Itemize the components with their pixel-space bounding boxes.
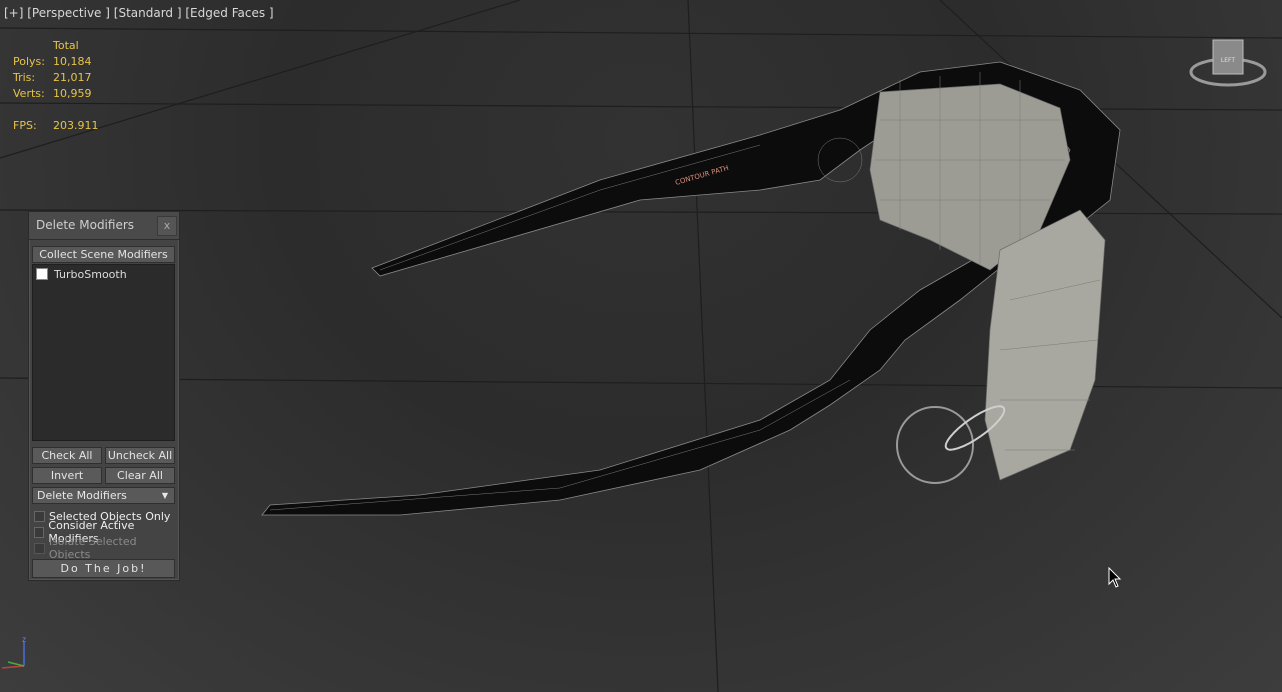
mode-select[interactable]: Delete Modifiers ▼ [32,487,175,504]
panel-titlebar[interactable]: Delete Modifiers x [29,212,179,240]
viewport-label[interactable]: [+] [Perspective ] [Standard ] [Edged Fa… [4,6,274,20]
verts-value: 10,959 [53,87,92,100]
chevron-down-icon: ▼ [161,491,168,500]
view-cube-icon[interactable]: LEFT [1188,34,1268,96]
fps-label: FPS: [13,119,37,132]
check-all-button[interactable]: Check All [32,447,102,464]
mouse-pointer-icon [1108,567,1122,588]
tris-label: Tris: [13,71,36,84]
viewport-edged-faces-menu[interactable]: [Edged Faces ] [185,6,273,20]
scene-statistics: Total Polys: 10,184 Tris: 21,017 Verts: … [13,38,99,134]
viewport-plus-menu[interactable]: [+] [4,6,23,20]
clear-all-button[interactable]: Clear All [105,467,175,484]
fps-value: 203.911 [53,119,99,132]
viewport-view-menu[interactable]: [Perspective ] [27,6,110,20]
polys-value: 10,184 [53,55,92,68]
close-button[interactable]: x [157,216,177,236]
delete-modifiers-panel: Delete Modifiers x Collect Scene Modifie… [28,211,180,581]
do-the-job-button[interactable]: Do The Job! [32,559,175,578]
modifier-list[interactable]: TurboSmooth [32,264,175,441]
list-item[interactable]: TurboSmooth [33,267,174,281]
scene-wireframe-sunglasses[interactable]: CONTOUR PATH [0,0,1282,692]
viewport-perspective[interactable]: CONTOUR PATH [+] [Perspective ] [Standar… [0,0,1282,692]
viewport-shading-standard-menu[interactable]: [Standard ] [114,6,182,20]
isolate-selected-objects-label: Isolate Selected Objects [48,535,137,561]
checkbox-box [34,542,45,554]
uncheck-all-button[interactable]: Uncheck All [105,447,175,464]
invert-button[interactable]: Invert [32,467,102,484]
mode-select-value: Delete Modifiers [37,489,127,502]
modifier-label: TurboSmooth [54,267,127,281]
modifier-checkbox[interactable] [36,268,48,280]
stats-header: Total [53,39,79,52]
stats-fps-row: FPS: 203.911 [13,118,99,134]
panel-title: Delete Modifiers [36,218,135,232]
svg-text:z: z [22,635,26,644]
checkbox-box[interactable] [34,526,45,538]
verts-label: Verts: [13,87,45,100]
view-cube-face-label: LEFT [1221,57,1235,64]
stats-tris-row: Tris: 21,017 [13,70,92,86]
checkbox-box[interactable] [34,510,45,522]
polys-label: Polys: [13,55,45,68]
axis-tripod-icon: z [1,635,26,669]
tris-value: 21,017 [53,71,92,84]
stats-verts-row: Verts: 10,959 [13,86,92,102]
isolate-selected-objects-checkbox: Isolate Selected Objects [34,535,179,561]
collect-scene-modifiers-button[interactable]: Collect Scene Modifiers [32,246,175,263]
stats-polys-row: Polys: 10,184 [13,54,92,70]
